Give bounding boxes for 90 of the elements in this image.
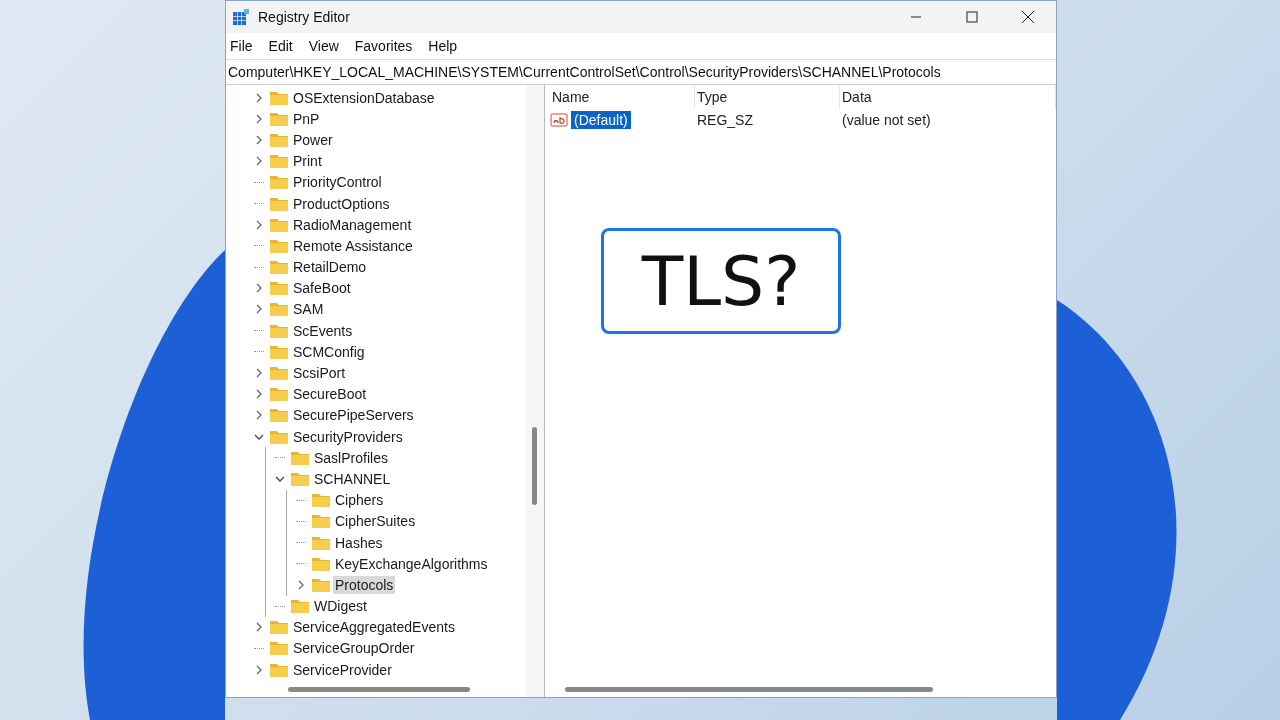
folder-icon [270, 111, 288, 126]
tree-item[interactable]: RadioManagement [291, 215, 414, 234]
tree-item[interactable]: PriorityControl [291, 173, 384, 192]
folder-icon [270, 387, 288, 402]
address-bar[interactable]: Computer\HKEY_LOCAL_MACHINE\SYSTEM\CurrentControlSet\Control\SecurityProviders\SCHANNEL\Protocols [226, 59, 1056, 85]
folder-icon [270, 662, 288, 677]
chevron-right-icon[interactable] [254, 113, 264, 124]
tree-item[interactable]: SaslProfiles [312, 448, 390, 467]
chevron-right-icon[interactable] [254, 622, 264, 633]
chevron-right-icon[interactable] [254, 283, 264, 294]
value-name[interactable]: (Default) [571, 111, 631, 129]
chevron-right-icon[interactable] [254, 156, 264, 167]
tree-item[interactable]: ServiceGroupOrder [291, 639, 417, 658]
menu-item[interactable]: View [306, 36, 345, 56]
folder-icon [270, 641, 288, 656]
tree-item[interactable]: OSExtensionDatabase [291, 88, 437, 107]
tree-item[interactable]: ServiceProvider [291, 660, 394, 679]
tree-item[interactable]: KeyExchangeAlgorithms [333, 554, 490, 573]
value-data: (value not set) [841, 112, 932, 128]
tree-item[interactable]: Print [291, 152, 324, 171]
menu-item[interactable]: Edit [266, 36, 299, 56]
folder-icon [270, 132, 288, 147]
menu-item[interactable]: File [228, 36, 259, 56]
tree-item[interactable]: Remote Assistance [291, 236, 415, 255]
folder-icon [270, 302, 288, 317]
horizontal-scrollbar-thumb[interactable] [565, 687, 933, 692]
folder-icon [291, 471, 309, 486]
menu-item[interactable]: Favorites [352, 36, 419, 56]
tree-item[interactable]: ProductOptions [291, 194, 392, 213]
tree-item[interactable]: CipherSuites [333, 512, 418, 531]
tree-item[interactable]: ScEvents [291, 321, 355, 340]
tree-item[interactable]: WDigest [312, 597, 369, 616]
tree-item[interactable]: SecureBoot [291, 385, 369, 404]
column-header[interactable]: Data [840, 85, 1056, 109]
tree-item[interactable]: SecurePipeServers [291, 406, 416, 425]
folder-icon [270, 323, 288, 338]
folder-icon [270, 429, 288, 444]
tree-item[interactable]: SCHANNEL [312, 469, 393, 488]
column-header[interactable]: Name [550, 85, 695, 109]
chevron-right-icon[interactable] [296, 579, 306, 590]
folder-icon [270, 238, 288, 253]
chevron-right-icon[interactable] [254, 664, 264, 675]
folder-icon [270, 175, 288, 190]
folder-icon [270, 154, 288, 169]
folder-icon [270, 344, 288, 359]
folder-icon [270, 260, 288, 275]
maximize-icon [966, 11, 978, 23]
folder-icon [291, 599, 309, 614]
menu-item[interactable]: Help [426, 36, 464, 56]
horizontal-scrollbar-thumb[interactable] [288, 687, 470, 692]
tree-item[interactable]: ServiceAggregatedEvents [291, 618, 457, 637]
folder-icon [270, 196, 288, 211]
tree-item[interactable]: Hashes [333, 533, 385, 552]
tree-item[interactable]: SafeBoot [291, 279, 353, 298]
tree-item[interactable]: SAM [291, 300, 326, 319]
tree-item[interactable]: SecurityProviders [291, 427, 405, 446]
tree-item[interactable]: RetailDemo [291, 258, 369, 277]
folder-icon [270, 620, 288, 635]
folder-icon [312, 535, 330, 550]
folder-icon [312, 514, 330, 529]
column-header[interactable]: Type [695, 85, 840, 109]
chevron-right-icon[interactable] [254, 134, 264, 145]
close-icon [1021, 10, 1035, 24]
string-value-icon [550, 112, 568, 128]
callout-box: TLS? [601, 228, 841, 334]
chevron-right-icon[interactable] [254, 389, 264, 400]
folder-icon [312, 556, 330, 571]
tree-item[interactable]: Ciphers [333, 491, 386, 510]
folder-icon [270, 90, 288, 105]
value-type: REG_SZ [696, 112, 754, 128]
tree-item[interactable]: SCMConfig [291, 342, 367, 361]
window-title: Registry Editor [258, 9, 351, 25]
registry-icon [232, 8, 250, 26]
tree-item[interactable]: Protocols [333, 575, 396, 594]
tree-item[interactable]: PnP [291, 109, 322, 128]
folder-icon [270, 281, 288, 296]
chevron-right-icon[interactable] [254, 304, 264, 315]
folder-icon [312, 577, 330, 592]
chevron-right-icon[interactable] [254, 368, 264, 379]
folder-icon [270, 408, 288, 423]
folder-icon [270, 217, 288, 232]
tree-item[interactable]: ScsiPort [291, 364, 348, 383]
scrollbar-thumb[interactable] [532, 427, 537, 505]
folder-icon [270, 366, 288, 381]
chevron-right-icon[interactable] [254, 410, 264, 421]
folder-icon [291, 450, 309, 465]
folder-icon [312, 493, 330, 508]
chevron-right-icon[interactable] [254, 219, 264, 230]
chevron-right-icon[interactable] [254, 92, 264, 103]
tree-item[interactable]: Power [291, 130, 335, 149]
